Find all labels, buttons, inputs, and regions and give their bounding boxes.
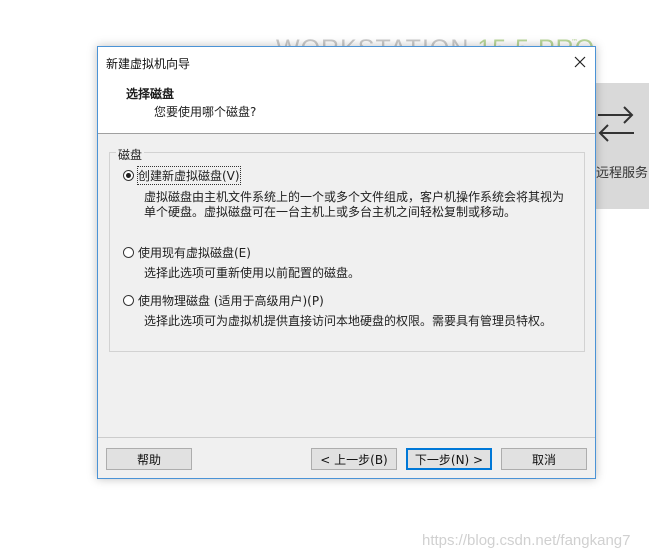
back-button[interactable]: < 上一步(B) <box>311 448 397 470</box>
page-title: 选择磁盘 <box>126 87 175 101</box>
trademark-mark: ™ <box>571 38 578 46</box>
next-button[interactable]: 下一步(N) > <box>406 448 492 470</box>
title-bar[interactable]: 新建虚拟机向导 <box>98 47 595 76</box>
new-vm-wizard-dialog: 新建虚拟机向导 选择磁盘 您要使用哪个磁盘? 磁盘 创建新虚拟磁盘(V) 虚拟磁… <box>97 46 596 479</box>
remote-service-panel[interactable]: 远程服务 <box>596 83 649 209</box>
use-existing-disk-radio[interactable]: 使用现有虚拟磁盘(E) <box>123 244 251 261</box>
radio-unselected-icon <box>123 295 134 306</box>
help-button[interactable]: 帮助 <box>106 448 192 470</box>
close-icon[interactable] <box>569 51 591 73</box>
create-new-disk-label: 创建新虚拟磁盘(V) <box>137 166 241 185</box>
watermark-url: https://blog.csdn.net/fangkang7 <box>422 532 631 549</box>
create-new-disk-desc-line2: 单个硬盘。虚拟磁盘可在一台主机上或多台主机之间轻松复制或移动。 <box>144 205 517 219</box>
disk-group-label: 磁盘 <box>116 146 145 163</box>
swap-arrows-icon <box>598 106 634 142</box>
wizard-header: 选择磁盘 您要使用哪个磁盘? <box>98 76 595 134</box>
remote-service-label: 远程服务 <box>596 166 649 181</box>
create-new-disk-radio[interactable]: 创建新虚拟磁盘(V) <box>123 166 241 185</box>
use-physical-disk-label: 使用物理磁盘 (适用于高级用户)(P) <box>138 294 324 308</box>
disk-groupbox: 磁盘 创建新虚拟磁盘(V) 虚拟磁盘由主机文件系统上的一个或多个文件组成，客户机… <box>109 146 585 352</box>
radio-unselected-icon <box>123 247 134 258</box>
cancel-button[interactable]: 取消 <box>501 448 587 470</box>
use-existing-disk-label: 使用现有虚拟磁盘(E) <box>138 246 251 260</box>
create-new-disk-desc-line1: 虚拟磁盘由主机文件系统上的一个或多个文件组成，客户机操作系统会将其视为 <box>144 190 565 204</box>
window-title: 新建虚拟机向导 <box>106 57 191 71</box>
use-existing-disk-desc: 选择此选项可重新使用以前配置的磁盘。 <box>144 266 361 280</box>
use-physical-disk-desc: 选择此选项可为虚拟机提供直接访问本地硬盘的权限。需要具有管理员特权。 <box>144 314 553 328</box>
use-physical-disk-radio[interactable]: 使用物理磁盘 (适用于高级用户)(P) <box>123 292 324 309</box>
page-subtitle: 您要使用哪个磁盘? <box>154 105 257 119</box>
button-separator <box>98 437 595 438</box>
radio-selected-icon <box>123 170 134 181</box>
